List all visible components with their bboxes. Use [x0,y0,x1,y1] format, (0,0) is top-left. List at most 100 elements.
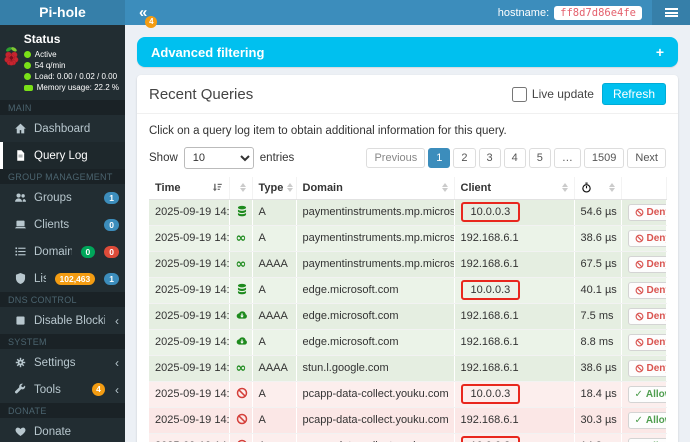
col-header-status[interactable] [229,177,253,200]
wrench-icon [14,383,25,394]
sort-icon [441,183,448,193]
sidebar-item-label: Tools [34,383,61,396]
deny-button[interactable]: Deny [627,203,665,221]
action-cell: Deny [621,329,667,356]
query-row-2[interactable]: 2025-09-19 14:58:19 ∞ Apaymentinstruments.… [149,225,667,252]
col-header-domain[interactable]: Domain [296,177,455,200]
type-cell: A [252,329,297,356]
live-update-label: Live update [531,87,594,101]
time-cell: 2025-09-19 14:58:10 [149,381,230,408]
client-cell: 10.0.0.3 [454,433,575,442]
col-header-time[interactable]: Time [149,177,230,200]
database-icon [237,205,246,216]
deny-button[interactable]: Deny [627,255,665,273]
navbar-menu-button[interactable] [652,0,690,25]
status-cell [229,303,253,330]
query-row-4[interactable]: 2025-09-19 14:58:16 Aedge.microsoft.com 10… [149,277,667,304]
page-button-…[interactable]: … [553,148,581,168]
type-cell: A [252,381,297,408]
sidebar-item-groups[interactable]: Groups 1 [0,184,125,211]
action-label: Deny [646,362,666,374]
query-row-1[interactable]: 2025-09-19 14:58:19 Apaymentinstruments.m… [149,199,667,226]
live-update-checkbox[interactable] [511,86,527,102]
col-header-type[interactable]: Type [252,177,297,200]
top-navbar: Pi-hole « 4 hostname: ff8d7d86e4fe [0,0,690,28]
action-label: Deny [646,310,666,322]
sidebar-item-label: Domains [34,245,72,258]
client-value: 192.168.6.1 [460,362,519,374]
count-badge: 0 [104,218,119,231]
sidebar-item-query-log[interactable]: Query Log [0,142,125,169]
page-size-select[interactable]: 10 [183,147,254,169]
page-button-4[interactable]: 4 [503,148,526,168]
sidebar-item-tools[interactable]: Tools 4 ‹ [0,376,125,403]
query-row-10[interactable]: 2025-09-19 14:58:10 Apcapp-data-collect.y… [149,433,667,442]
chevron-left-icon: ‹ [115,355,119,370]
card-title: Recent Queries [149,85,254,103]
deny-button[interactable]: Deny [627,333,666,351]
allow-button[interactable]: ✓Allow [627,385,665,403]
sidebar-item-lists[interactable]: Lists 102,463 1 [0,265,125,292]
allow-button[interactable]: ✓Allow [627,437,665,442]
reply-time-cell: 8.8 ms [574,329,622,356]
sidebar-item-disable-blocking[interactable]: Disable Blocking ‹ [0,307,125,334]
col-header-client[interactable]: Client [454,177,575,200]
deny-button[interactable]: Deny [627,307,666,325]
client-highlight-box: 10.0.0.3 [460,436,521,442]
sidebar-collapse-button[interactable]: « 4 [133,2,158,28]
live-update-toggle[interactable]: Live update [511,86,594,102]
query-rate-dot [23,62,31,69]
status-cell [229,433,253,442]
time-cell: 2025-09-19 14:58:16 [149,277,230,304]
users-icon [14,193,26,202]
query-row-9[interactable]: 2025-09-19 14:58:10 Apcapp-data-collect.y… [149,407,667,434]
query-row-6[interactable]: 2025-09-19 14:58:16 Aedge.microsoft.com 19… [149,329,667,356]
col-header-reply-time[interactable] [574,177,622,200]
page-button-2[interactable]: 2 [453,148,476,168]
page-button-5[interactable]: 5 [528,148,551,168]
type-cell: A [252,199,297,226]
query-row-5[interactable]: 2025-09-19 14:58:16 AAAAedge.microsoft.co… [149,303,667,330]
sidebar-section-header: SYSTEM [0,334,125,349]
status-cell [229,329,253,356]
type-cell: A [252,407,297,434]
show-label: Show [149,152,178,164]
page-next-button[interactable]: Next [627,148,666,168]
query-row-7[interactable]: 2025-09-19 14:58:12 ∞ AAAAstun.l.google.co… [149,355,667,382]
reply-time-cell: 38.6 µs [574,225,622,252]
page-button-3[interactable]: 3 [478,148,501,168]
advanced-filtering-toggle[interactable]: Advanced filtering + [137,37,678,67]
time-cell: 2025-09-19 14:58:12 [149,355,230,382]
page-button-1[interactable]: 1 [428,148,451,168]
action-cell: ✓Allow [621,407,667,434]
infinity-icon: ∞ [235,230,247,246]
sidebar-item-label: Disable Blocking [34,314,105,327]
sidebar-item-domains[interactable]: Domains 00 [0,238,125,265]
deny-button[interactable]: Deny [627,359,666,377]
query-row-3[interactable]: 2025-09-19 14:58:19 ∞ AAAApaymentinstrumen… [149,251,667,278]
query-row-8[interactable]: 2025-09-19 14:58:10 Apcapp-data-collect.y… [149,381,667,408]
stopwatch-icon [581,182,591,193]
home-icon [14,123,26,134]
client-value: 192.168.6.1 [460,310,519,322]
status-cell: ∞ [229,251,253,278]
page-button-1509[interactable]: 1509 [583,148,625,168]
sidebar-item-settings[interactable]: Settings ‹ [0,349,125,376]
deny-button[interactable]: Deny [627,281,665,299]
domain-cell: stun.l.google.com [296,355,455,382]
reply-time-cell: 30.3 µs [574,407,622,434]
client-highlight-box: 10.0.0.3 [460,280,521,300]
allow-button[interactable]: ✓Allow [627,411,665,429]
action-label: Deny [646,336,666,348]
type-cell: A [252,277,297,304]
database-icon [237,283,246,294]
page-previous-button[interactable]: Previous [366,148,426,168]
status-line-label: Load: 0.00 / 0.02 / 0.00 [34,72,118,81]
refresh-button[interactable]: Refresh [601,83,666,105]
deny-button[interactable]: Deny [627,229,665,247]
time-cell: 2025-09-19 14:58:19 [149,225,230,252]
sidebar-item-dashboard[interactable]: Dashboard [0,115,125,142]
sidebar-item-clients[interactable]: Clients 0 [0,211,125,238]
sidebar-item-donate[interactable]: Donate [0,418,125,442]
infinity-icon: ∞ [235,360,247,376]
